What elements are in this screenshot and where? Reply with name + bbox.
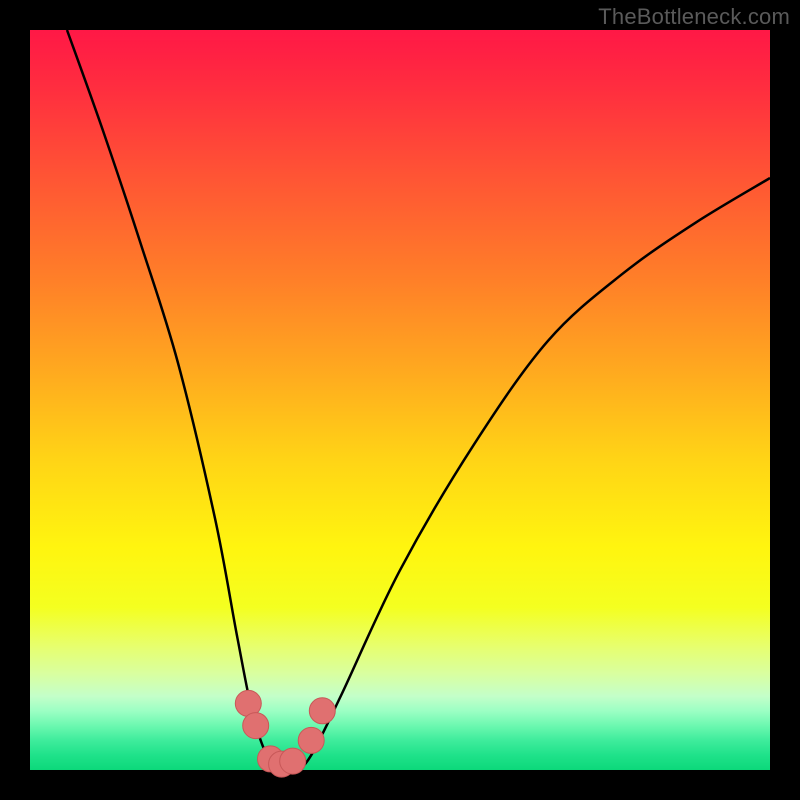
marker-lobe-right-upper (309, 698, 335, 724)
marker-lobe-right-lower (298, 727, 324, 753)
marker-lobe-left-lower (243, 713, 269, 739)
curve-markers (235, 690, 335, 777)
bottleneck-curve (67, 30, 770, 772)
chart-frame: TheBottleneck.com (0, 0, 800, 800)
marker-lobe-bottom-3 (280, 748, 306, 774)
bottleneck-curve-path (67, 30, 770, 772)
plot-area (30, 30, 770, 770)
chart-svg (30, 30, 770, 770)
watermark-text: TheBottleneck.com (598, 4, 790, 30)
